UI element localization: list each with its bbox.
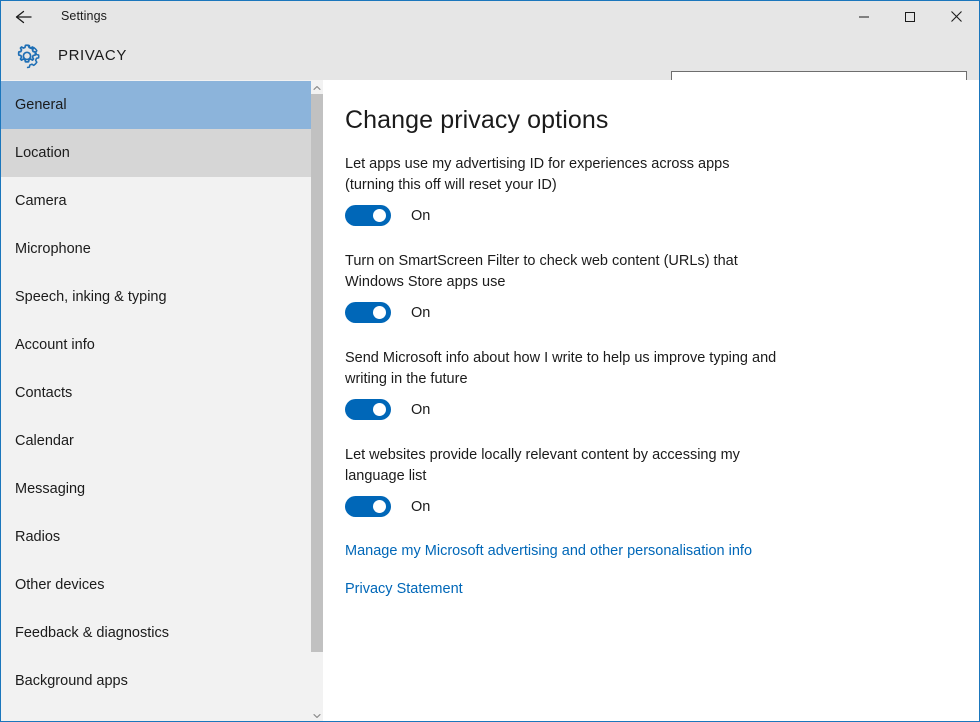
toggle-row: On [345,399,793,420]
content-heading: Change privacy options [345,106,609,134]
sidebar-item-label: General [15,97,67,113]
toggle-knob [373,306,386,319]
minimize-icon [858,11,870,23]
close-button[interactable] [933,1,979,32]
sidebar-item-microphone[interactable]: Microphone [1,225,311,273]
toggle-knob [373,403,386,416]
sidebar-item-speech-inking-typing[interactable]: Speech, inking & typing [1,273,311,321]
toggle-knob [373,500,386,513]
link-manage-advertising[interactable]: Manage my Microsoft advertising and othe… [345,543,752,559]
main-content: Change privacy options Let apps use my a… [323,80,979,721]
chevron-down-icon [313,706,321,721]
toggle-row: On [345,205,793,226]
sidebar-item-feedback-diagnostics[interactable]: Feedback & diagnostics [1,609,311,657]
toggle-state-label: On [411,498,431,515]
toggle-smartscreen-filter[interactable] [345,302,391,323]
scrollbar-thumb[interactable] [311,94,323,652]
sidebar-item-label: Account info [15,337,95,353]
settings-list: Let apps use my advertising ID for exper… [345,154,793,598]
setting-label: Send Microsoft info about how I write to… [345,350,777,387]
toggle-state-label: On [411,401,431,418]
sidebar-item-label: Location [15,145,70,161]
toggle-language-list[interactable] [345,496,391,517]
window-title: Settings [61,9,107,23]
setting-smartscreen-filter: Turn on SmartScreen Filter to check web … [345,251,793,323]
toggle-row: On [345,302,793,323]
setting-advertising-id: Let apps use my advertising ID for exper… [345,154,793,226]
sidebar-item-calendar[interactable]: Calendar [1,417,311,465]
minimize-button[interactable] [841,1,887,32]
toggle-knob [373,209,386,222]
sidebar-nav-list: General Location Camera Microphone Speec… [1,81,311,705]
toggle-state-label: On [411,304,431,321]
toggle-typing-info[interactable] [345,399,391,420]
maximize-button[interactable] [887,1,933,32]
setting-typing-info: Send Microsoft info about how I write to… [345,348,793,420]
link-row-manage-advertising: Manage my Microsoft advertising and othe… [345,542,793,560]
sidebar-item-label: Background apps [15,673,128,689]
toggle-state-label: On [411,207,431,224]
page-title: PRIVACY [58,47,127,64]
sidebar-item-label: Camera [15,193,67,209]
sidebar-item-other-devices[interactable]: Other devices [1,561,311,609]
back-arrow-icon [14,9,34,25]
sidebar-item-camera[interactable]: Camera [1,177,311,225]
toggle-row: On [345,496,793,517]
close-icon [950,10,963,23]
sidebar-item-location[interactable]: Location [1,129,311,177]
scrollbar-up-button[interactable] [311,80,323,94]
sidebar: General Location Camera Microphone Speec… [1,80,323,721]
sidebar-item-account-info[interactable]: Account info [1,321,311,369]
sidebar-scrollbar[interactable] [311,80,323,721]
setting-label: Turn on SmartScreen Filter to check web … [345,253,738,290]
sidebar-item-label: Messaging [15,481,86,497]
app-header: PRIVACY [1,32,979,103]
setting-language-list: Let websites provide locally relevant co… [345,445,793,517]
scrollbar-down-button[interactable] [311,706,323,721]
title-bar: Settings [1,1,979,32]
sidebar-item-messaging[interactable]: Messaging [1,465,311,513]
sidebar-item-contacts[interactable]: Contacts [1,369,311,417]
sidebar-item-general[interactable]: General [1,81,311,129]
setting-label: Let apps use my advertising ID for exper… [345,156,730,193]
setting-label: Let websites provide locally relevant co… [345,447,740,484]
maximize-icon [904,11,916,23]
toggle-advertising-id[interactable] [345,205,391,226]
sidebar-item-background-apps[interactable]: Background apps [1,657,311,705]
link-row-privacy-statement: Privacy Statement [345,580,793,598]
caption-buttons [841,1,979,32]
sidebar-item-label: Microphone [15,241,91,257]
settings-window: Settings PRIVACY Find a setting General … [0,0,980,722]
sidebar-item-label: Contacts [15,385,73,401]
link-privacy-statement[interactable]: Privacy Statement [345,581,463,597]
back-button[interactable] [1,1,47,32]
sidebar-item-label: Other devices [15,577,105,593]
sidebar-item-radios[interactable]: Radios [1,513,311,561]
sidebar-item-label: Radios [15,529,61,545]
sidebar-item-label: Feedback & diagnostics [15,625,169,641]
sidebar-item-label: Calendar [15,433,74,449]
gear-icon [13,42,41,70]
sidebar-item-label: Speech, inking & typing [15,289,167,305]
